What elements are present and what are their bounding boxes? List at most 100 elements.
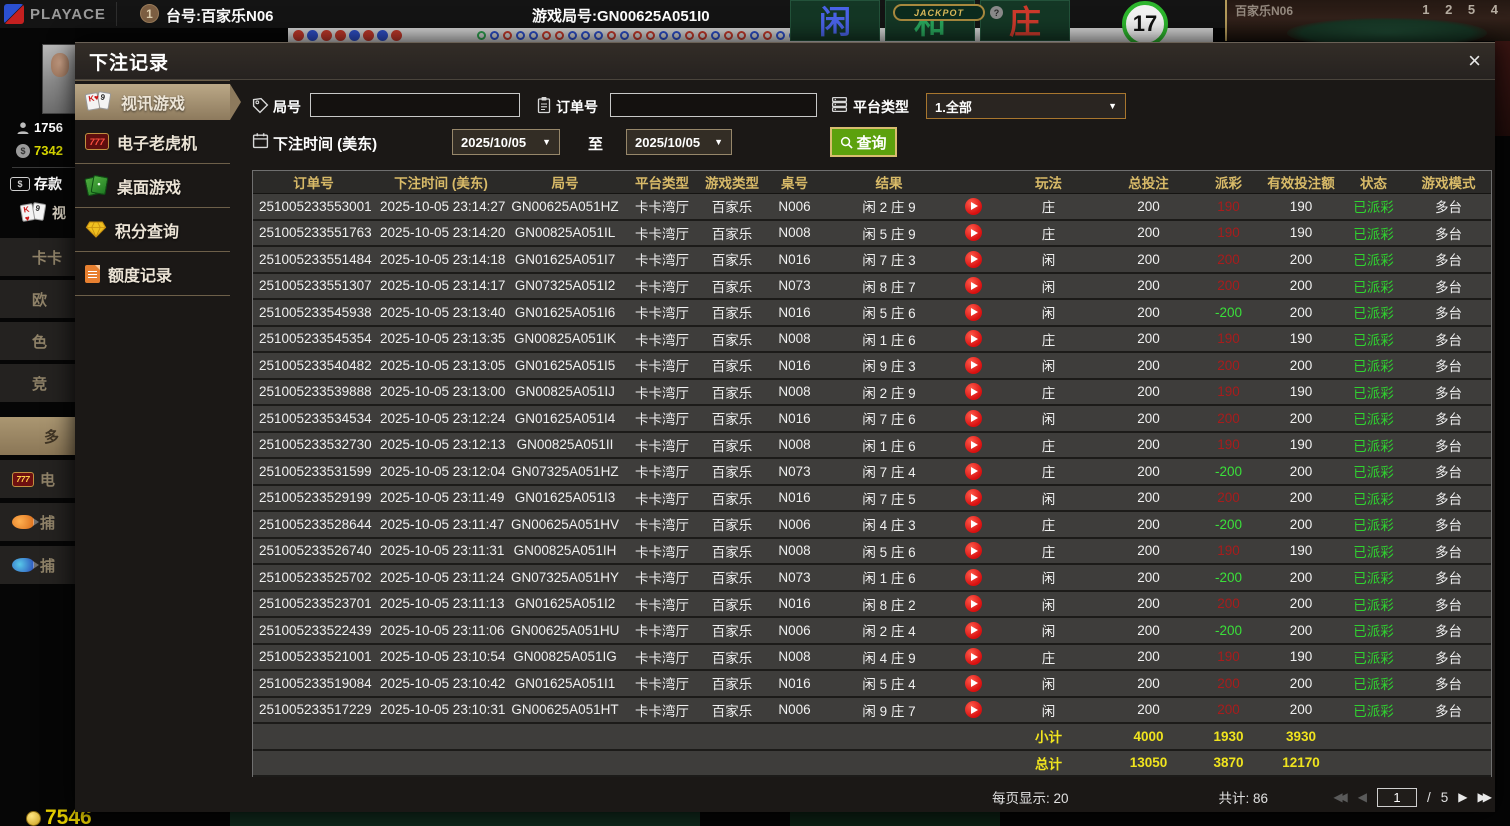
play-icon[interactable]: [965, 197, 982, 215]
cell-order: 251005233528644: [259, 516, 372, 532]
cell-time: 2025-10-05 23:14:27: [380, 198, 506, 214]
cards-icon: K♥9: [84, 91, 113, 113]
play-icon[interactable]: [965, 674, 982, 692]
deposit-button[interactable]: $ 存款: [10, 174, 62, 194]
road-mark: [391, 30, 402, 41]
play-icon[interactable]: [965, 436, 982, 454]
cell-bet: 闲: [1041, 279, 1056, 295]
subtotal-value: 1930: [1213, 728, 1244, 744]
cell-table: N016: [778, 251, 811, 267]
cell-game: 百家乐: [711, 306, 753, 322]
play-icon[interactable]: [965, 356, 982, 374]
cell-mode: 多台: [1435, 200, 1462, 216]
round-input[interactable]: [310, 93, 520, 117]
video-games-entry[interactable]: K ♥ 9 视: [19, 202, 66, 224]
sidebar-item-1[interactable]: 777 电子老虎机: [75, 120, 230, 164]
cell-valid_bet: 200: [1289, 516, 1313, 532]
road-mark: [307, 30, 318, 41]
play-icon[interactable]: [965, 648, 982, 666]
play-icon[interactable]: [965, 303, 982, 321]
cell-round: GN01625A051I7: [514, 251, 616, 267]
search-button[interactable]: 查询: [830, 127, 897, 157]
cell-result: 闲 1 庄 6: [862, 332, 916, 348]
rail-menu-item-7[interactable]: 捕: [0, 546, 75, 584]
cell-round: GN00825A051IK: [513, 331, 617, 347]
order-input[interactable]: [610, 93, 817, 117]
cell-order: 251005233531599: [259, 463, 372, 479]
cell-payout: 190: [1217, 225, 1240, 241]
play-icon[interactable]: [965, 621, 982, 639]
cell-total_bet: 200: [1137, 622, 1160, 638]
play-icon[interactable]: [965, 542, 982, 560]
play-icon[interactable]: [965, 409, 982, 427]
play-icon[interactable]: [965, 462, 982, 480]
play-icon[interactable]: [965, 568, 982, 586]
cell-order: 251005233551484: [259, 251, 372, 267]
sidebar-item-0[interactable]: K♥ 9 视讯游戏: [75, 84, 241, 120]
table-row: 251005233551484 2025-10-05 23:14:18 GN0162…: [253, 247, 1491, 274]
last-page-button[interactable]: ▶▶: [1478, 790, 1493, 804]
play-icon[interactable]: [965, 277, 982, 295]
rail-menu-item-2[interactable]: 色: [0, 322, 75, 360]
sidebar-item-2[interactable]: 桌面游戏: [75, 164, 230, 208]
cell-status: 已派彩: [1353, 385, 1394, 401]
search-icon: [841, 136, 854, 149]
rail-menu-item-4[interactable]: 多: [0, 417, 75, 455]
prev-page-button[interactable]: ◀: [1358, 790, 1367, 804]
dealer-video-feed[interactable]: 百家乐N06 1 2 5 4: [1225, 0, 1510, 48]
sidebar-item-3[interactable]: 积分查询: [75, 208, 230, 252]
rail-menu-item-6[interactable]: 捕: [0, 503, 75, 541]
next-page-button[interactable]: ▶: [1458, 790, 1467, 804]
cell-game: 百家乐: [711, 359, 753, 375]
close-icon[interactable]: ×: [1468, 50, 1481, 72]
cell-game: 百家乐: [711, 200, 753, 216]
order-filter-label: 订单号: [556, 99, 598, 115]
play-icon[interactable]: [965, 383, 982, 401]
cell-order: 251005233517229: [259, 702, 372, 718]
rail-menu-item-5[interactable]: 777 电: [0, 460, 75, 498]
cell-payout: -200: [1214, 569, 1243, 585]
rail-menu-item-3[interactable]: 竞: [0, 364, 75, 402]
play-icon[interactable]: [965, 515, 982, 533]
balance-row: $ 7342: [16, 143, 63, 158]
page-number-input[interactable]: [1377, 787, 1418, 807]
bet-zone-0[interactable]: 闲: [790, 0, 880, 41]
rail-menu-item-1[interactable]: 欧: [0, 280, 75, 318]
cell-mode: 多台: [1435, 518, 1462, 534]
play-icon[interactable]: [965, 224, 982, 242]
platform-select[interactable]: 1.全部 ▼: [926, 93, 1126, 119]
first-page-button[interactable]: ◀◀: [1333, 790, 1348, 804]
cell-replay: [951, 250, 996, 268]
play-icon[interactable]: [965, 330, 982, 348]
cell-result: 闲 4 庄 3: [862, 518, 916, 534]
play-icon[interactable]: [965, 250, 982, 268]
road-summary-marks: [293, 30, 405, 41]
cell-payout: -200: [1214, 516, 1243, 532]
table-row: 251005233528644 2025-10-05 23:11:47 GN0062…: [253, 512, 1491, 539]
cell-valid_bet: 190: [1289, 331, 1313, 347]
road-bead: [711, 31, 720, 40]
cell-table: N006: [778, 702, 811, 718]
cell-total_bet: 200: [1137, 596, 1160, 612]
play-icon[interactable]: [965, 595, 982, 613]
sidebar-item-4[interactable]: 额度记录: [75, 252, 230, 296]
cell-mode: 多台: [1435, 491, 1462, 507]
date-to-select[interactable]: 2025/10/05 ▼: [626, 129, 732, 155]
cell-order: 251005233551307: [259, 278, 372, 294]
play-icon[interactable]: [965, 489, 982, 507]
cell-time: 2025-10-05 23:13:00: [380, 384, 506, 400]
date-from-select[interactable]: 2025/10/05 ▼: [452, 129, 560, 155]
avatar[interactable]: [42, 44, 78, 114]
jackpot-help-icon[interactable]: ?: [990, 6, 1003, 19]
cell-valid_bet: 190: [1289, 198, 1313, 214]
table-row: 251005233519084 2025-10-05 23:10:42 GN0162…: [253, 671, 1491, 698]
platform-filter-icon-wrap: [831, 96, 848, 113]
play-icon[interactable]: [965, 701, 982, 719]
cell-game: 百家乐: [711, 332, 753, 348]
rail-menu-item-label: 电: [40, 471, 56, 489]
sidebar-item-label: 积分查询: [115, 223, 180, 241]
cell-platform: 卡卡湾厅: [635, 597, 689, 613]
grand-total-row: 总计 13050 3870 12170: [253, 750, 1491, 777]
rail-menu-item-0[interactable]: 卡卡: [0, 238, 75, 276]
column-header: 游戏模式: [1421, 176, 1476, 191]
